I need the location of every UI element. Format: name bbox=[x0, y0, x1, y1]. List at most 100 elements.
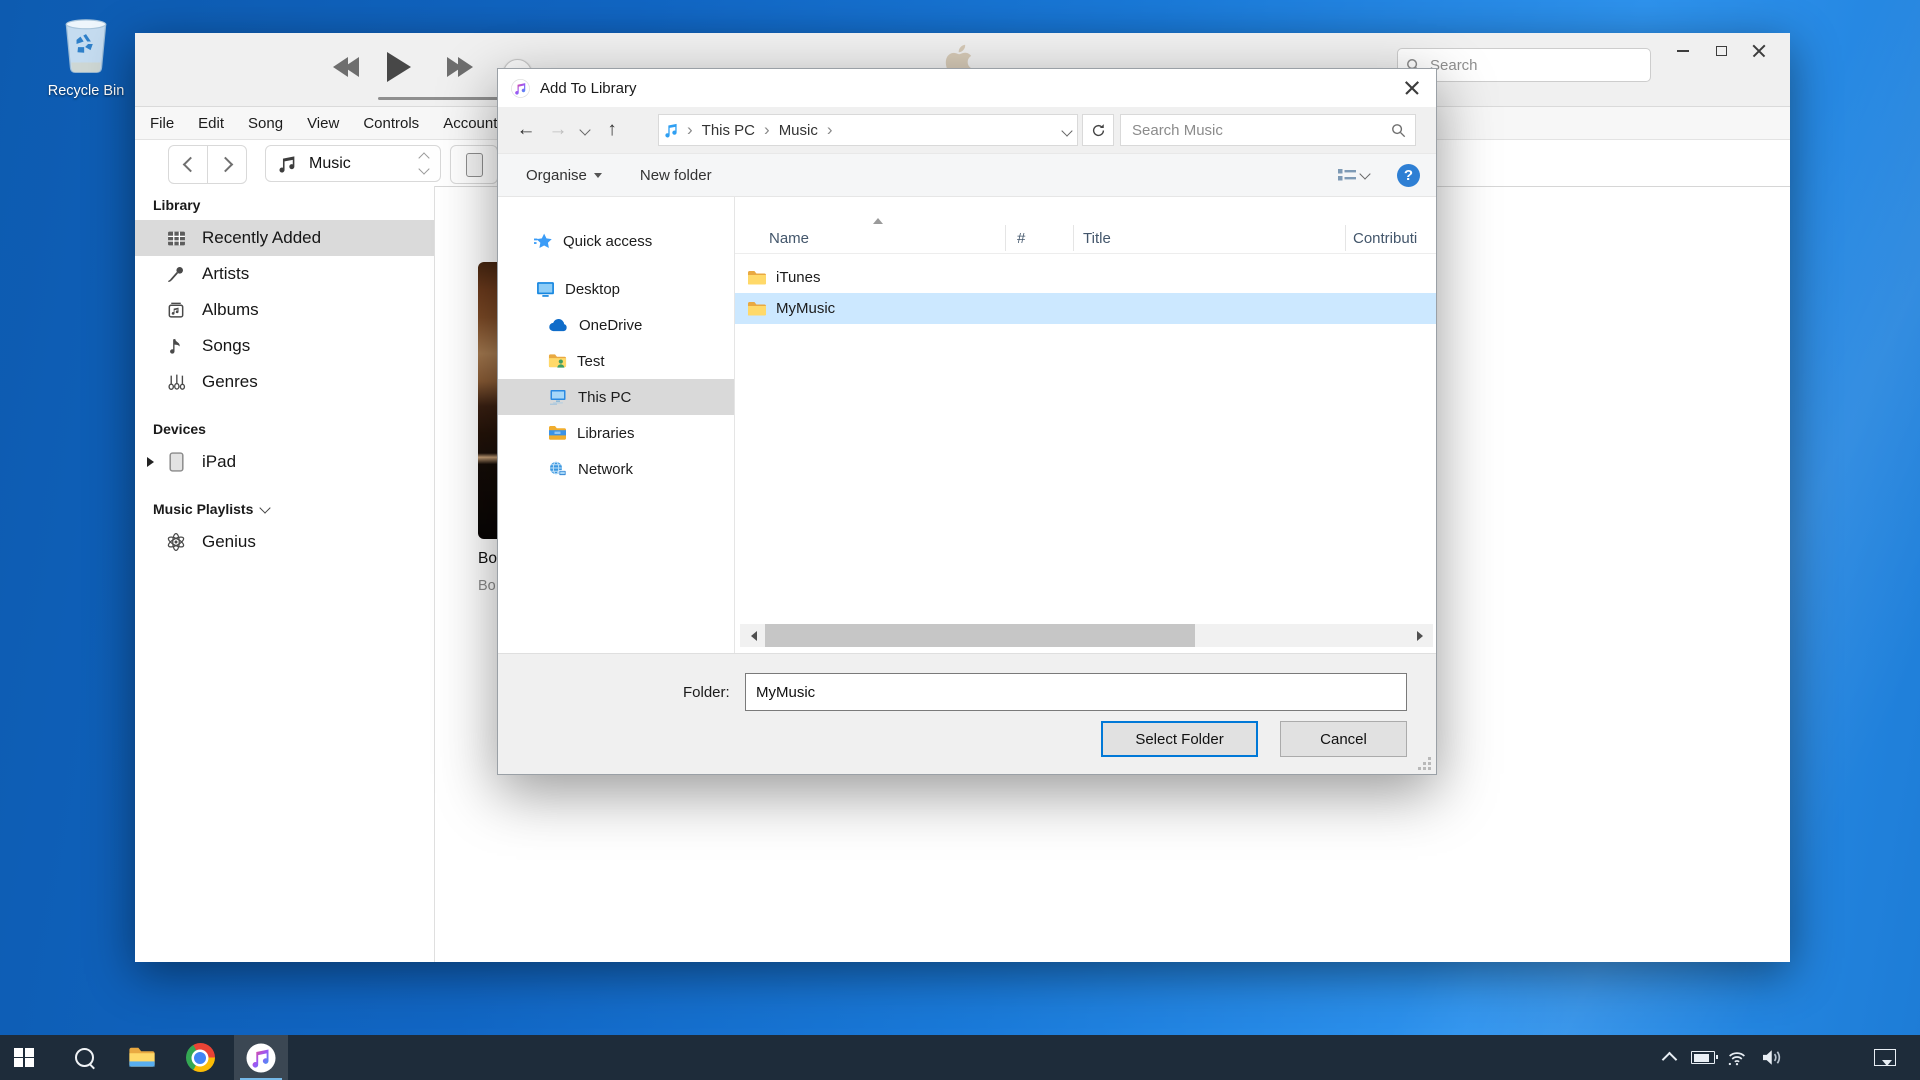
user-folder-icon bbox=[548, 353, 567, 369]
sidebar-item-label: Recently Added bbox=[202, 228, 321, 248]
maximize-button[interactable] bbox=[1705, 37, 1737, 65]
organise-menu[interactable]: Organise bbox=[526, 167, 602, 184]
rewind-button[interactable] bbox=[333, 57, 359, 77]
place-libraries[interactable]: Libraries bbox=[498, 415, 734, 451]
cancel-button[interactable]: Cancel bbox=[1280, 721, 1407, 757]
place-onedrive[interactable]: OneDrive bbox=[498, 307, 734, 343]
place-label: Network bbox=[578, 461, 633, 478]
expand-triangle-icon[interactable] bbox=[147, 457, 159, 467]
dialog-search-input[interactable] bbox=[1130, 121, 1383, 140]
column-separator[interactable] bbox=[1345, 225, 1346, 251]
close-button[interactable] bbox=[1743, 37, 1775, 65]
column-separator[interactable] bbox=[1005, 225, 1006, 251]
place-quick-access[interactable]: Quick access bbox=[498, 223, 734, 259]
sidebar-item-songs[interactable]: Songs bbox=[135, 328, 434, 364]
scroll-left-button[interactable] bbox=[740, 624, 762, 647]
breadcrumb-this-pc[interactable]: This PC bbox=[702, 122, 755, 139]
forward-nav-button[interactable] bbox=[207, 145, 247, 184]
help-button[interactable]: ? bbox=[1397, 164, 1420, 187]
nav-up-icon[interactable]: ↑ bbox=[596, 119, 628, 141]
nav-forward-icon[interactable]: → bbox=[542, 119, 574, 141]
itunes-search-input[interactable] bbox=[1428, 56, 1622, 75]
column-header-number[interactable]: # bbox=[1017, 223, 1025, 253]
taskbar-itunes[interactable] bbox=[234, 1035, 288, 1080]
dialog-file-list: Name # Title Contributi iTunes MyMusic bbox=[735, 197, 1436, 653]
place-label: OneDrive bbox=[579, 317, 642, 334]
taskbar-chrome[interactable] bbox=[176, 1035, 224, 1080]
breadcrumb-music[interactable]: Music bbox=[779, 122, 818, 139]
taskbar-search-button[interactable] bbox=[60, 1035, 108, 1080]
new-folder-button[interactable]: New folder bbox=[640, 167, 712, 184]
dialog-close-button[interactable] bbox=[1388, 69, 1436, 107]
sidebar-item-label: Albums bbox=[202, 300, 259, 320]
place-test[interactable]: Test bbox=[498, 343, 734, 379]
place-network[interactable]: Network bbox=[498, 451, 734, 487]
recycle-bin[interactable]: Recycle Bin bbox=[28, 12, 144, 116]
place-this-pc[interactable]: This PC bbox=[498, 379, 734, 415]
menu-account[interactable]: Account bbox=[443, 115, 497, 132]
scroll-right-button[interactable] bbox=[1411, 624, 1433, 647]
address-bar[interactable]: › This PC › Music › bbox=[658, 114, 1078, 146]
refresh-button[interactable] bbox=[1082, 114, 1114, 146]
menu-controls[interactable]: Controls bbox=[363, 115, 419, 132]
itunes-search-box[interactable] bbox=[1397, 48, 1651, 82]
add-to-library-dialog: Add To Library ← → ↑ › This PC › Music › bbox=[497, 68, 1437, 775]
taskbar bbox=[0, 1035, 1920, 1080]
sidebar-item-label: Genres bbox=[202, 372, 258, 392]
column-header-title[interactable]: Title bbox=[1083, 223, 1111, 253]
folder-name-input[interactable] bbox=[746, 684, 1406, 701]
minimize-button[interactable] bbox=[1667, 37, 1699, 65]
folder-label: Folder: bbox=[683, 684, 730, 701]
column-separator[interactable] bbox=[1073, 225, 1074, 251]
menu-file[interactable]: File bbox=[150, 115, 174, 132]
device-button[interactable] bbox=[450, 145, 498, 184]
column-header-contributing[interactable]: Contributi bbox=[1353, 223, 1433, 253]
sidebar-item-recently-added[interactable]: Recently Added bbox=[135, 220, 434, 256]
place-label: Desktop bbox=[565, 281, 620, 298]
back-button[interactable] bbox=[168, 145, 208, 184]
horizontal-scrollbar[interactable] bbox=[740, 624, 1433, 647]
scrollbar-thumb[interactable] bbox=[765, 624, 1195, 647]
sidebar-item-ipad[interactable]: iPad bbox=[135, 444, 434, 480]
menu-view[interactable]: View bbox=[307, 115, 339, 132]
file-row-mymusic[interactable]: MyMusic bbox=[735, 293, 1436, 324]
nav-history-chevron-icon[interactable] bbox=[574, 121, 596, 139]
album-artist: Bo bbox=[478, 578, 496, 594]
star-icon bbox=[534, 232, 553, 251]
sidebar-item-genius[interactable]: Genius bbox=[135, 524, 434, 560]
folder-icon bbox=[747, 301, 767, 317]
action-center-button[interactable] bbox=[1868, 1035, 1902, 1080]
help-icon: ? bbox=[1397, 164, 1420, 187]
sidebar-item-artists[interactable]: Artists bbox=[135, 256, 434, 292]
chevron-updown-icon bbox=[420, 154, 428, 173]
place-label: Quick access bbox=[563, 233, 652, 250]
dialog-places-sidebar: Quick access Desktop OneDrive Test bbox=[498, 197, 734, 653]
select-folder-button[interactable]: Select Folder bbox=[1101, 721, 1258, 757]
playlists-section-header[interactable]: Music Playlists bbox=[135, 494, 434, 524]
place-desktop[interactable]: Desktop bbox=[498, 271, 734, 307]
dialog-search-box[interactable] bbox=[1120, 114, 1416, 146]
grid-icon bbox=[165, 230, 187, 247]
hidden-icons-button[interactable] bbox=[1652, 1035, 1686, 1080]
sidebar-item-genres[interactable]: Genres bbox=[135, 364, 434, 400]
music-note-icon bbox=[278, 155, 297, 173]
menu-song[interactable]: Song bbox=[248, 115, 283, 132]
column-header-name[interactable]: Name bbox=[769, 223, 809, 253]
network-indicator[interactable] bbox=[1720, 1035, 1754, 1080]
volume-slider-track[interactable] bbox=[378, 97, 513, 100]
battery-indicator[interactable] bbox=[1686, 1035, 1720, 1080]
play-button[interactable] bbox=[387, 52, 411, 87]
sidebar-item-albums[interactable]: Albums bbox=[135, 292, 434, 328]
menu-edit[interactable]: Edit bbox=[198, 115, 224, 132]
volume-indicator[interactable] bbox=[1754, 1035, 1788, 1080]
view-options-button[interactable] bbox=[1337, 167, 1369, 183]
file-row-itunes[interactable]: iTunes bbox=[735, 262, 1436, 293]
library-selector[interactable]: Music bbox=[265, 145, 441, 182]
resize-grip[interactable] bbox=[1418, 757, 1432, 771]
folder-name-field[interactable] bbox=[745, 673, 1407, 711]
nav-back-icon[interactable]: ← bbox=[510, 119, 542, 141]
address-dropdown-icon[interactable] bbox=[1063, 122, 1071, 139]
taskbar-file-explorer[interactable] bbox=[118, 1035, 166, 1080]
forward-button[interactable] bbox=[447, 57, 473, 77]
start-button[interactable] bbox=[0, 1035, 48, 1080]
